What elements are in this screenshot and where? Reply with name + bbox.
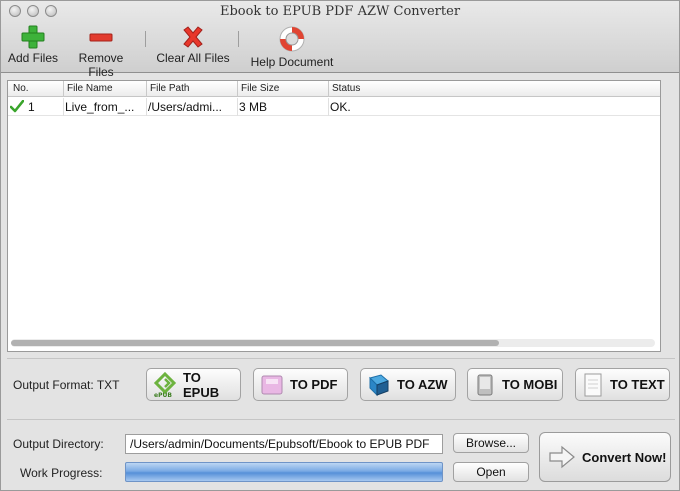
column-header-status[interactable]: Status bbox=[332, 83, 360, 94]
section-divider bbox=[7, 419, 675, 420]
horizontal-scrollbar-thumb[interactable] bbox=[11, 340, 499, 346]
to-mobi-button[interactable]: TO MOBI bbox=[467, 368, 563, 401]
output-format-label: Output Format: TXT bbox=[13, 378, 120, 392]
to-azw-button[interactable]: TO AZW bbox=[360, 368, 456, 401]
column-divider bbox=[63, 81, 64, 97]
pdf-icon bbox=[261, 375, 283, 394]
title-bar: Ebook to EPUB PDF AZW Converter Add File… bbox=[1, 1, 679, 79]
remove-files-label: Remove Files bbox=[78, 51, 124, 79]
column-divider bbox=[237, 81, 238, 97]
clear-all-files-button[interactable]: Clear All Files bbox=[155, 25, 231, 65]
svg-text:ePUB: ePUB bbox=[154, 392, 172, 398]
plus-icon bbox=[21, 25, 45, 49]
checkmark-icon bbox=[10, 100, 24, 113]
text-document-icon bbox=[584, 373, 602, 396]
work-progress-label: Work Progress: bbox=[20, 466, 103, 480]
lifebuoy-icon bbox=[279, 26, 305, 52]
column-divider bbox=[146, 81, 147, 97]
arrow-right-icon bbox=[549, 445, 575, 469]
output-directory-label: Output Directory: bbox=[13, 437, 104, 451]
to-epub-label: TO EPUB bbox=[183, 369, 220, 400]
file-table[interactable]: No. File Name File Path File Size Status… bbox=[7, 80, 661, 352]
cell-divider bbox=[328, 98, 329, 116]
minus-icon bbox=[89, 33, 113, 42]
clear-all-files-label: Clear All Files bbox=[156, 51, 230, 65]
mobile-device-icon bbox=[477, 374, 493, 395]
table-header: No. File Name File Path File Size Status bbox=[8, 81, 660, 97]
epub-icon: ePUB bbox=[153, 371, 177, 398]
work-progress-bar bbox=[125, 462, 443, 482]
cell-divider bbox=[237, 98, 238, 116]
help-document-button[interactable]: Help Document bbox=[249, 25, 335, 69]
help-document-label: Help Document bbox=[250, 55, 334, 69]
to-pdf-button[interactable]: TO PDF bbox=[253, 368, 348, 401]
column-header-file-path[interactable]: File Path bbox=[150, 83, 189, 94]
to-mobi-label: TO MOBI bbox=[502, 377, 558, 392]
x-icon bbox=[183, 26, 203, 48]
toolbar-separator bbox=[145, 31, 146, 47]
app-window: Ebook to EPUB PDF AZW Converter Add File… bbox=[0, 0, 680, 491]
add-files-label: Add Files bbox=[7, 51, 59, 65]
to-pdf-label: TO PDF bbox=[290, 377, 338, 392]
book-icon bbox=[369, 373, 389, 396]
row-file-path: /Users/admi... bbox=[148, 100, 223, 114]
row-status: OK. bbox=[330, 100, 351, 114]
convert-now-label: Convert Now! bbox=[582, 449, 667, 465]
table-row[interactable]: 1 Live_from_... /Users/admi... 3 MB OK. bbox=[8, 98, 660, 116]
to-epub-button[interactable]: ePUB TO EPUB bbox=[146, 368, 241, 401]
to-text-label: TO TEXT bbox=[610, 377, 665, 392]
column-divider bbox=[328, 81, 329, 97]
add-files-button[interactable]: Add Files bbox=[6, 25, 60, 65]
toolbar-separator bbox=[238, 31, 239, 47]
to-azw-label: TO AZW bbox=[397, 377, 448, 392]
row-file-size: 3 MB bbox=[239, 100, 268, 114]
output-directory-field[interactable]: /Users/admin/Documents/Epubsoft/Ebook to… bbox=[125, 434, 443, 454]
column-header-file-size[interactable]: File Size bbox=[241, 83, 279, 94]
cell-divider bbox=[146, 98, 147, 116]
row-file-name: Live_from_... bbox=[65, 100, 135, 114]
column-header-file-name[interactable]: File Name bbox=[67, 83, 113, 94]
to-text-button[interactable]: TO TEXT bbox=[575, 368, 670, 401]
section-divider bbox=[7, 358, 675, 359]
browse-button[interactable]: Browse... bbox=[453, 433, 529, 453]
remove-files-button[interactable]: Remove Files bbox=[65, 25, 137, 79]
row-number: 1 bbox=[28, 100, 35, 114]
convert-now-button[interactable]: Convert Now! bbox=[539, 432, 671, 482]
column-header-no[interactable]: No. bbox=[13, 83, 29, 94]
open-button[interactable]: Open bbox=[453, 462, 529, 482]
window-title: Ebook to EPUB PDF AZW Converter bbox=[219, 4, 461, 19]
cell-divider bbox=[63, 98, 64, 116]
